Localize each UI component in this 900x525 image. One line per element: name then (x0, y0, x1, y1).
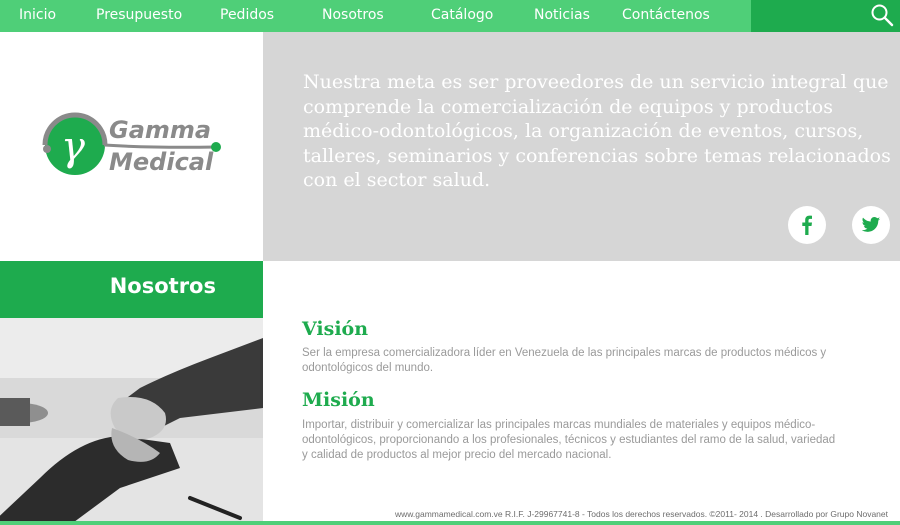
mision-text: Importar, distribuir y comercializar las… (302, 419, 836, 461)
logo-symbol: γ (61, 124, 85, 170)
logo-panel: γ Gamma Medical (0, 32, 263, 261)
mision-heading: Misión (302, 389, 375, 411)
section-title: Nosotros (109, 274, 216, 298)
handshake-photo (0, 318, 263, 525)
footer-copyright: www.gammamedical.com.ve R.I.F. J-2996774… (394, 509, 888, 519)
vision-heading: Visión (302, 318, 369, 340)
nav-item-catalogo[interactable]: Catálogo (431, 7, 493, 23)
logo-line-2: Medical (109, 148, 214, 176)
nav-item-inicio[interactable]: Inicio (19, 7, 56, 23)
facebook-button[interactable] (788, 206, 826, 244)
section-header: Nosotros (0, 261, 263, 318)
facebook-icon (802, 215, 812, 235)
nav-item-presupuesto[interactable]: Presupuesto (96, 7, 182, 23)
search-icon[interactable] (870, 3, 894, 27)
nav-item-nosotros[interactable]: Nosotros (322, 7, 384, 23)
footer-bar (0, 521, 900, 525)
twitter-icon (861, 217, 881, 232)
page: Inicio Presupuesto Pedidos Nosotros Catá… (0, 0, 900, 525)
vision-text: Ser la empresa comercializadora líder en… (302, 347, 827, 374)
nav-item-pedidos[interactable]: Pedidos (220, 7, 274, 23)
twitter-button[interactable] (852, 206, 890, 244)
logo-line-1: Gamma (109, 116, 211, 144)
search-box[interactable] (751, 0, 900, 32)
nav-item-noticias[interactable]: Noticias (534, 7, 590, 23)
mission-banner: Nuestra meta es ser proveedores de un se… (263, 32, 900, 261)
mission-statement: Nuestra meta es ser proveedores de un se… (303, 71, 891, 191)
top-nav-bar: Inicio Presupuesto Pedidos Nosotros Catá… (0, 0, 900, 32)
gamma-medical-logo[interactable]: γ Gamma Medical (40, 112, 225, 178)
nav-item-contactenos[interactable]: Contáctenos (622, 7, 710, 23)
